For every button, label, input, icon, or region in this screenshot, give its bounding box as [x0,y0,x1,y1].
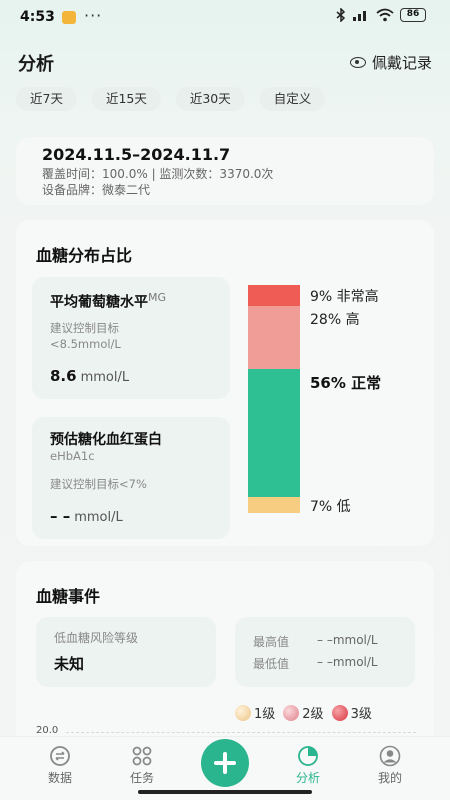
glucose-distribution-card: 血糖分布占比 平均葡萄糖水平MG 建议控制目标 <8.5mmol/L 8.6 mm… [16,220,434,546]
hba1c-target: 建议控制目标<7% [50,477,147,491]
average-glucose-sup: MG [148,291,167,304]
hba1c-value: – – mmol/L [50,507,123,525]
distribution-segment-2 [248,305,300,370]
wear-record-link[interactable]: 佩戴记录 [349,52,432,73]
legend-level-1: 1级 [235,703,275,722]
nav-data[interactable]: 数据 [30,745,90,786]
page-title: 分析 [18,54,54,75]
distribution-segment-1 [248,285,300,306]
device-brand-text: 设备品牌：微泰二代 [42,183,151,197]
distribution-title: 血糖分布占比 [36,246,133,265]
level-3-label: 3级 [350,707,372,722]
hba1c-number: – – [50,507,71,525]
distribution-label-1: 9% 非常高 [310,289,379,306]
coverage-text: 覆盖时间：100.0% | 监测次数：3370.0次 [42,167,274,181]
distribution-label-4: 7% 低 [310,499,351,516]
nav-tasks-label: 任务 [129,771,154,785]
max-value: – –mmol/L [317,633,378,647]
average-glucose-unit: mmol/L [80,370,130,385]
data-icon [50,746,70,766]
tasks-icon [132,746,152,766]
average-glucose-title-text: 平均葡萄糖水平 [50,294,148,311]
nav-data-label: 数据 [47,771,72,785]
chip-7-days[interactable]: 近7天 [16,87,77,111]
notification-app-icon [62,11,76,24]
level-1-dot [235,704,251,721]
average-glucose-number: 8.6 [50,367,77,385]
chart-axis-top-label: 20.0 [36,725,59,736]
add-button[interactable] [201,739,249,787]
average-glucose-title: 平均葡萄糖水平MG [50,291,166,312]
average-target-label: 建议控制目标 [50,321,119,335]
distribution-segment-3 [248,369,300,498]
distribution-stacked-bar [248,285,300,513]
signal-icon [353,11,366,21]
average-glucose-value: 8.6 mmol/L [50,367,129,385]
event-level-legend: 1级 2级 3级 [235,703,372,722]
bluetooth-icon [336,8,346,22]
distribution-label-2: 28% 高 [310,311,360,328]
chart-gridline [66,732,416,733]
analysis-pie-icon [298,746,318,766]
battery-icon: 86 [400,8,426,22]
wifi-icon [376,8,394,22]
nav-mine[interactable]: 我的 [360,745,420,786]
min-value-label: 最低值 [253,657,290,671]
nav-mine-label: 我的 [377,771,402,785]
level-1-label: 1级 [254,707,276,722]
min-value: – –mmol/L [317,655,378,669]
average-target-value: <8.5mmol/L [50,337,121,351]
hypo-risk-card: 低血糖风险等级 未知 [36,617,216,687]
hba1c-card: 预估糖化血红蛋白 eHbA1c 建议控制目标<7% – – mmol/L [32,417,230,539]
home-indicator [138,790,312,794]
bottom-nav: 数据 任务 分析 我的 [0,736,450,800]
chip-30-days[interactable]: 近30天 [175,87,245,111]
max-value-label: 最高值 [253,635,290,649]
legend-level-3: 3级 [331,703,372,722]
level-2-dot [283,704,300,721]
distribution-label-3: 56% 正常 [310,374,382,393]
range-summary-card: 2024.11.5–2024.11.7 覆盖时间：100.0% | 监测次数：3… [16,137,434,205]
hba1c-subtitle: eHbA1c [50,449,95,463]
wear-record-label: 佩戴记录 [371,54,432,72]
profile-icon [379,745,401,767]
level-3-dot [331,704,348,721]
average-glucose-card: 平均葡萄糖水平MG 建议控制目标 <8.5mmol/L 8.6 mmol/L [32,277,230,399]
hypo-risk-label: 低血糖风险等级 [54,631,139,645]
hba1c-unit: mmol/L [74,510,123,525]
distribution-segment-4 [248,497,300,513]
nav-analysis-label: 分析 [295,771,320,785]
extreme-values-card: 最高值 – –mmol/L 最低值 – –mmol/L [235,617,415,687]
glucose-events-card: 血糖事件 低血糖风险等级 未知 最高值 – –mmol/L 最低值 – –mmo… [16,561,434,761]
status-bar: 4:53 ··· 86 [0,0,450,36]
nav-tasks[interactable]: 任务 [112,745,172,786]
date-range-chips: 近7天 近15天 近30天 自定义 [16,87,326,111]
range-dates: 2024.11.5–2024.11.7 [42,145,231,164]
chip-15-days[interactable]: 近15天 [91,87,161,111]
hba1c-title: 预估糖化血红蛋白 [50,432,162,448]
chip-custom[interactable]: 自定义 [259,87,326,111]
nav-analysis[interactable]: 分析 [278,745,338,786]
legend-level-2: 2级 [283,703,324,722]
hypo-risk-value: 未知 [54,655,85,673]
events-title: 血糖事件 [36,587,101,606]
status-time: 4:53 [20,9,55,25]
more-notifications-icon: ··· [84,6,103,25]
eye-icon [349,57,366,68]
level-2-label: 2级 [302,707,324,722]
